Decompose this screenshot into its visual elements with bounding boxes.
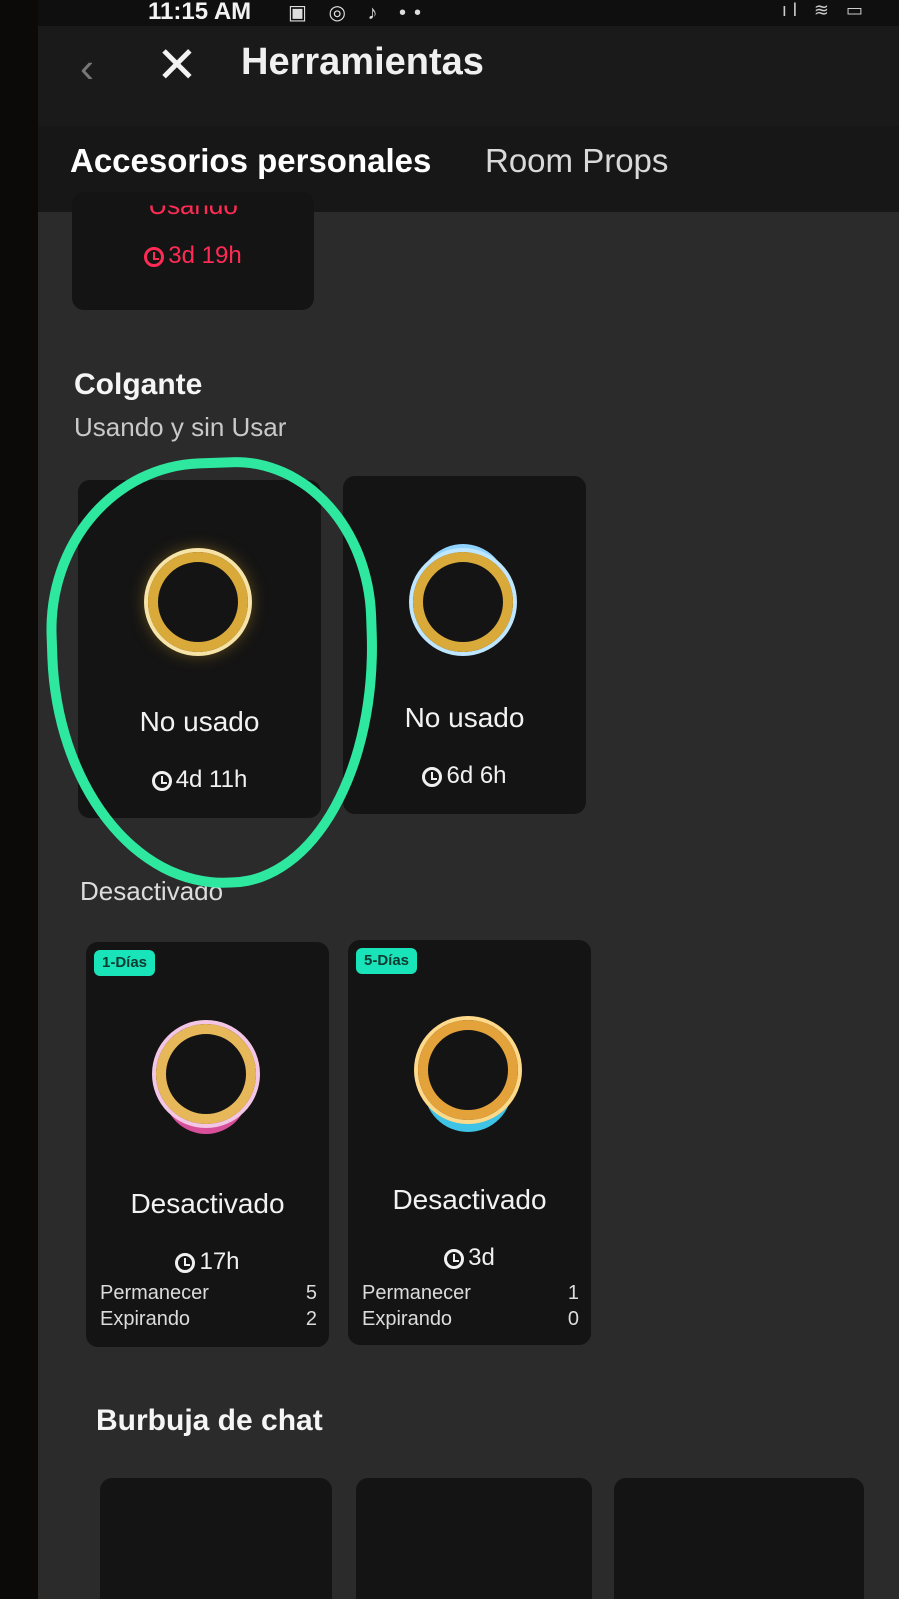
clock-icon: [422, 767, 443, 787]
page-title: Herramientas: [241, 41, 484, 83]
section-subtitle-colgante: Usando y sin Usar: [74, 412, 287, 442]
header: ‹ ✕ Herramientas: [38, 26, 899, 126]
card-time-value: 3d: [468, 1244, 495, 1271]
tab-accesorios-personales[interactable]: Accesorios personales: [70, 142, 431, 180]
remain-row: Permanecer 5: [100, 1282, 317, 1305]
back-icon[interactable]: ‹: [80, 44, 94, 92]
clock-icon: [175, 1253, 196, 1273]
expire-row: Expirando 0: [362, 1308, 579, 1331]
item-card-current[interactable]: Usando 3d 19h: [72, 192, 314, 310]
card-time: 6d 6h: [343, 762, 586, 790]
card-time-value: 6d 6h: [446, 762, 507, 789]
phone-screen: 11:15 AM ▣ ◎ ♪ •• ıl ≋ ▭ ‹ ✕ Herramienta…: [38, 0, 899, 1599]
clock-icon: [144, 247, 165, 267]
pendant-card-disabled[interactable]: 5-Días Desactivado 3d Permanecer 1 Expir…: [348, 940, 591, 1345]
chat-bubble-card[interactable]: [614, 1478, 864, 1599]
remain-label: Permanecer: [362, 1282, 471, 1304]
expire-value: 2: [305, 1308, 317, 1330]
card-status-label: Desactivado: [130, 1188, 285, 1219]
remain-label: Permanecer: [100, 1282, 209, 1304]
remain-value: 5: [305, 1282, 317, 1304]
expire-row: Expirando 2: [100, 1308, 317, 1331]
system-icons: ıl ≋ ▭: [781, 0, 869, 20]
content-area: Usando 3d 19h Colgante Usando y sin Usar…: [38, 192, 899, 1599]
clock-icon: [444, 1249, 465, 1269]
section-title-colgante: Colgante: [74, 368, 203, 401]
card-status-label: Usando: [148, 190, 238, 221]
card-time: 3d: [348, 1244, 591, 1272]
card-time: 3d 19h: [72, 242, 314, 270]
remain-value: 1: [567, 1282, 579, 1304]
status-bar: 11:15 AM ▣ ◎ ♪ •• ıl ≋ ▭: [38, 0, 899, 26]
pendant-frame-image: [156, 1024, 256, 1124]
expire-label: Expirando: [362, 1308, 453, 1330]
notification-icons: ▣ ◎ ♪ ••: [288, 2, 430, 24]
card-time-value: 3d 19h: [168, 242, 242, 269]
chat-bubble-card[interactable]: [356, 1478, 592, 1599]
status-time: 11:15 AM: [148, 0, 252, 25]
pendant-frame-image: [413, 552, 513, 652]
pendant-card-disabled[interactable]: 1-Días Desactivado 17h Permanecer 5 Expi…: [86, 942, 329, 1347]
duration-badge: 1-Días: [94, 950, 156, 976]
close-icon[interactable]: ✕: [156, 36, 198, 94]
pendant-frame-image: [418, 1020, 518, 1120]
section-title-burbuja: Burbuja de chat: [96, 1404, 323, 1437]
tab-room-props[interactable]: Room Props: [485, 142, 668, 180]
card-status-label: No usado: [404, 702, 525, 733]
duration-badge: 5-Días: [356, 948, 418, 974]
card-time-value: 17h: [199, 1248, 240, 1275]
chat-bubble-card[interactable]: [100, 1478, 332, 1599]
pendant-card[interactable]: No usado 6d 6h: [343, 476, 586, 814]
remain-row: Permanecer 1: [362, 1282, 579, 1305]
expire-label: Expirando: [100, 1308, 191, 1330]
card-time: 17h: [86, 1248, 329, 1276]
card-status-label: Desactivado: [392, 1184, 547, 1215]
expire-value: 0: [567, 1308, 579, 1330]
